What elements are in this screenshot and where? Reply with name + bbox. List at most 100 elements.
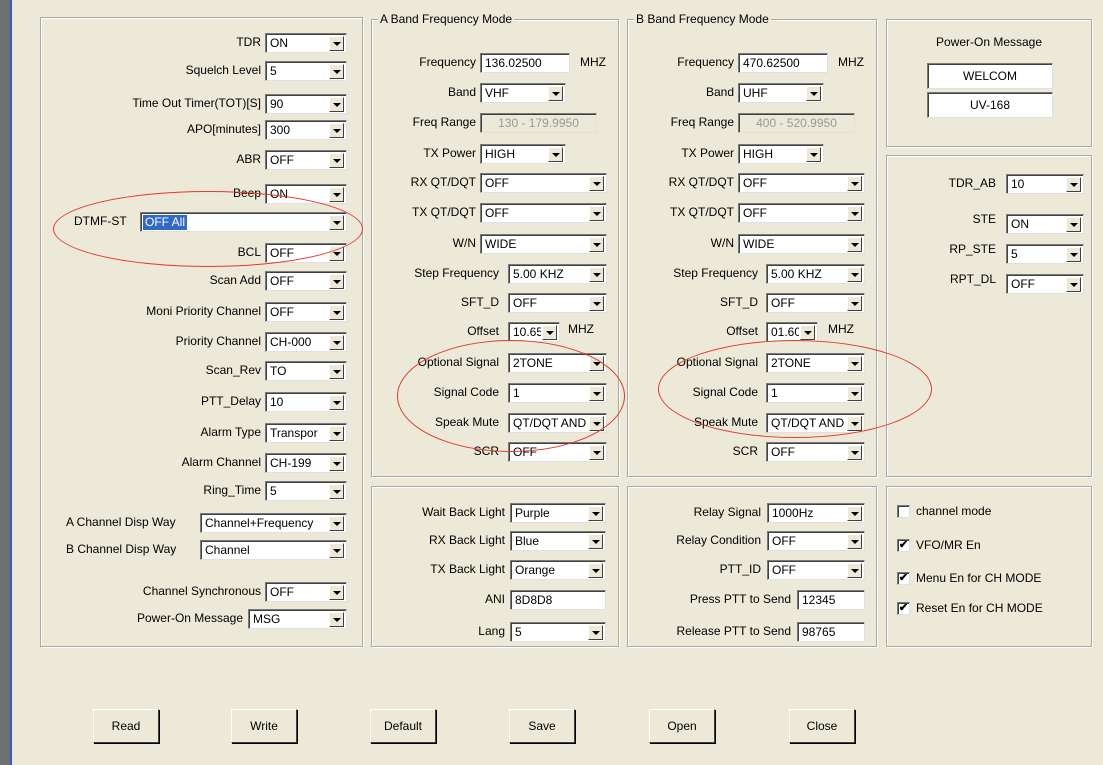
- rpt-dl-select[interactable]: OFF: [1006, 274, 1084, 294]
- chevron-down-icon[interactable]: [589, 356, 604, 371]
- a-speak-mute-select[interactable]: QT/DQT AND OI: [508, 413, 607, 433]
- b-disp-way-select[interactable]: Channel: [200, 540, 347, 560]
- chevron-down-icon[interactable]: [1066, 177, 1081, 192]
- chevron-down-icon[interactable]: [588, 563, 603, 578]
- chevron-down-icon[interactable]: [329, 395, 344, 410]
- chevron-down-icon[interactable]: [329, 543, 344, 558]
- a-tx-power-select[interactable]: HIGH: [480, 144, 566, 164]
- b-step-select[interactable]: 5.00 KHZ: [766, 264, 865, 284]
- chevron-down-icon[interactable]: [589, 445, 604, 460]
- chevron-down-icon[interactable]: [329, 123, 344, 138]
- chevron-down-icon[interactable]: [1066, 277, 1081, 292]
- b-optional-signal-select[interactable]: 2TONE: [766, 353, 865, 373]
- lang-select[interactable]: 5: [510, 622, 606, 642]
- vfo-mr-en-checkbox[interactable]: ✔ VFO/MR En: [897, 538, 981, 552]
- chevron-down-icon[interactable]: [589, 267, 604, 282]
- alarm-type-select[interactable]: Transpor: [265, 423, 347, 443]
- abr-select[interactable]: OFF: [265, 150, 347, 170]
- a-step-select[interactable]: 5.00 KHZ: [508, 264, 607, 284]
- a-band-select[interactable]: VHF: [480, 83, 566, 103]
- chevron-down-icon[interactable]: [329, 305, 344, 320]
- chevron-down-icon[interactable]: [329, 516, 344, 531]
- chevron-down-icon[interactable]: [329, 246, 344, 261]
- b-speak-mute-select[interactable]: QT/DQT AND OI: [766, 413, 865, 433]
- chevron-down-icon[interactable]: [542, 325, 557, 340]
- default-button[interactable]: Default: [370, 709, 436, 743]
- ptt-id-select[interactable]: OFF: [767, 560, 865, 580]
- chevron-down-icon[interactable]: [589, 416, 604, 431]
- chevron-down-icon[interactable]: [588, 625, 603, 640]
- chevron-down-icon[interactable]: [1066, 217, 1081, 232]
- checkbox-box[interactable]: [897, 504, 910, 518]
- apo-select[interactable]: 300: [265, 120, 347, 140]
- b-tx-power-select[interactable]: HIGH: [738, 144, 824, 164]
- chevron-down-icon[interactable]: [329, 612, 344, 627]
- chevron-down-icon[interactable]: [329, 36, 344, 51]
- a-frequency-input[interactable]: 136.02500: [480, 53, 570, 73]
- chevron-down-icon[interactable]: [847, 563, 862, 578]
- power-on-message-select[interactable]: MSG: [248, 609, 347, 629]
- alarm-channel-select[interactable]: CH-199: [265, 453, 347, 473]
- tx-backlight-select[interactable]: Orange: [510, 560, 606, 580]
- checkbox-box[interactable]: ✔: [897, 601, 910, 615]
- chevron-down-icon[interactable]: [329, 274, 344, 289]
- read-button[interactable]: Read: [93, 709, 159, 743]
- release-ptt-input[interactable]: 98765: [797, 622, 865, 642]
- relay-signal-select[interactable]: 1000Hz: [767, 503, 865, 523]
- ani-input[interactable]: 8D8D8: [510, 590, 606, 610]
- close-button[interactable]: Close: [789, 709, 855, 743]
- b-tx-qt-select[interactable]: OFF: [738, 203, 865, 223]
- b-scr-select[interactable]: OFF: [766, 442, 865, 462]
- chevron-down-icon[interactable]: [847, 356, 862, 371]
- a-optional-signal-select[interactable]: 2TONE: [508, 353, 607, 373]
- chevron-down-icon[interactable]: [806, 86, 821, 101]
- priority-channel-select[interactable]: CH-000: [265, 332, 347, 352]
- power-on-line1-input[interactable]: WELCOM: [927, 63, 1053, 89]
- chevron-down-icon[interactable]: [847, 206, 862, 221]
- chevron-down-icon[interactable]: [329, 187, 344, 202]
- chevron-down-icon[interactable]: [548, 147, 563, 162]
- b-band-select[interactable]: UHF: [738, 83, 824, 103]
- tot-select[interactable]: 90: [265, 94, 347, 114]
- menu-en-checkbox[interactable]: ✔ Menu En for CH MODE: [897, 571, 1041, 585]
- chevron-down-icon[interactable]: [847, 237, 862, 252]
- scan-add-select[interactable]: OFF: [265, 271, 347, 291]
- chevron-down-icon[interactable]: [329, 456, 344, 471]
- chevron-down-icon[interactable]: [847, 416, 862, 431]
- open-button[interactable]: Open: [649, 709, 715, 743]
- ptt-delay-select[interactable]: 10: [265, 392, 347, 412]
- chevron-down-icon[interactable]: [329, 484, 344, 499]
- chevron-down-icon[interactable]: [589, 237, 604, 252]
- b-wn-select[interactable]: WIDE: [738, 234, 865, 254]
- write-button[interactable]: Write: [231, 709, 297, 743]
- chevron-down-icon[interactable]: [588, 506, 603, 521]
- wait-backlight-select[interactable]: Purple: [510, 503, 606, 523]
- chevron-down-icon[interactable]: [329, 64, 344, 79]
- checkbox-box[interactable]: ✔: [897, 571, 910, 585]
- chevron-down-icon[interactable]: [329, 215, 344, 230]
- chevron-down-icon[interactable]: [847, 445, 862, 460]
- tdr-select[interactable]: ON: [265, 33, 347, 53]
- chevron-down-icon[interactable]: [589, 176, 604, 191]
- relay-condition-select[interactable]: OFF: [767, 531, 865, 551]
- chevron-down-icon[interactable]: [847, 176, 862, 191]
- chevron-down-icon[interactable]: [589, 206, 604, 221]
- chevron-down-icon[interactable]: [588, 534, 603, 549]
- a-sft-d-select[interactable]: OFF: [508, 293, 607, 313]
- a-wn-select[interactable]: WIDE: [480, 234, 607, 254]
- chevron-down-icon[interactable]: [329, 97, 344, 112]
- b-offset-select[interactable]: 01.600M: [766, 322, 818, 342]
- chevron-down-icon[interactable]: [329, 153, 344, 168]
- chevron-down-icon[interactable]: [589, 386, 604, 401]
- beep-select[interactable]: ON: [265, 184, 347, 204]
- chevron-down-icon[interactable]: [1066, 247, 1081, 262]
- a-disp-way-select[interactable]: Channel+Frequency: [200, 513, 347, 533]
- a-offset-select[interactable]: 10.650M: [508, 322, 560, 342]
- chevron-down-icon[interactable]: [548, 86, 563, 101]
- channel-mode-checkbox[interactable]: channel mode: [897, 504, 991, 518]
- ring-time-select[interactable]: 5: [265, 481, 347, 501]
- chevron-down-icon[interactable]: [847, 506, 862, 521]
- press-ptt-input[interactable]: 12345: [797, 590, 865, 610]
- power-on-line2-input[interactable]: UV-168: [927, 92, 1053, 118]
- chevron-down-icon[interactable]: [589, 296, 604, 311]
